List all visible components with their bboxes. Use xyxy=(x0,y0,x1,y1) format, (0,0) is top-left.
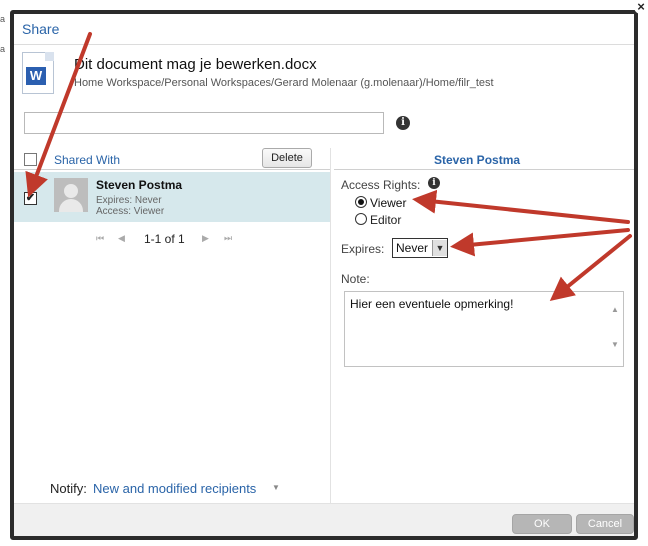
arrow-to-note xyxy=(549,234,632,302)
annotation-arrows xyxy=(25,32,632,302)
arrow-to-checkbox xyxy=(25,32,92,198)
arrow-to-viewer xyxy=(412,189,630,224)
arrow-to-expires xyxy=(450,228,630,257)
